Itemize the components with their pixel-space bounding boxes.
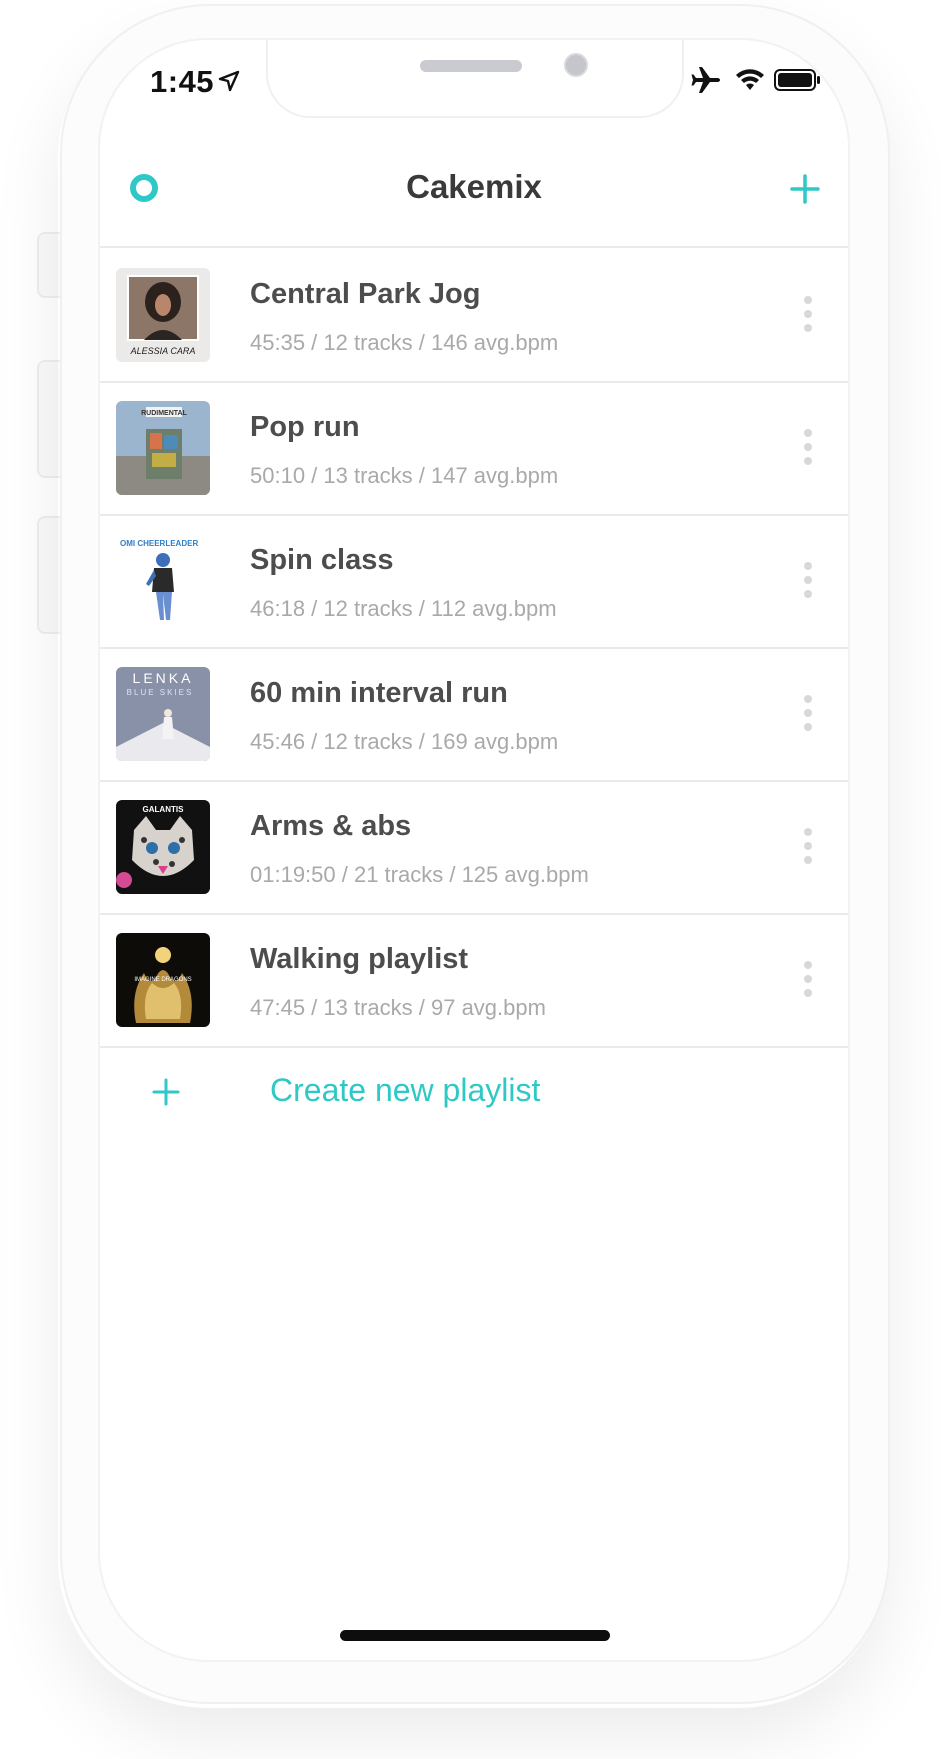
status-time: 1:45: [150, 64, 215, 99]
playlist-row[interactable]: IMAGINE DRAGONS Walking playlist 47:45 /…: [100, 915, 848, 1048]
album-cover: LENKA BLUE SKIES: [116, 667, 210, 761]
svg-text:IMAGINE DRAGONS: IMAGINE DRAGONS: [134, 977, 191, 983]
playlist-meta: 45:35 / 12 tracks / 146 avg.bpm: [250, 330, 559, 355]
album-cover: IMAGINE DRAGONS: [116, 933, 210, 1027]
playlist-meta: 45:46 / 12 tracks / 169 avg.bpm: [250, 729, 559, 754]
nav-header: Cakemix: [100, 130, 848, 248]
more-vertical-icon[interactable]: [796, 429, 820, 469]
playlist-row[interactable]: LENKA BLUE SKIES 60 min interval run 45:…: [100, 649, 848, 782]
wifi-icon: [736, 69, 764, 90]
create-playlist-label: Create new playlist: [270, 1072, 541, 1108]
plus-icon[interactable]: [790, 174, 820, 204]
page-title: Cakemix: [406, 168, 542, 205]
playlist-row[interactable]: RUDIMENTAL Pop run 50:10 / 13 tracks / 1…: [100, 383, 848, 516]
device-mockup: 1:45 Cakemix ALESSIA CARA Central Park J…: [0, 0, 941, 1759]
playlist-row[interactable]: OMI CHEERLEADER Spin class 46:18 / 12 tr…: [100, 516, 848, 649]
svg-text:LENKA: LENKA: [133, 670, 194, 686]
front-camera: [564, 53, 588, 77]
airplane-icon: [691, 67, 720, 93]
more-vertical-icon[interactable]: [796, 296, 820, 336]
more-vertical-icon[interactable]: [796, 961, 820, 1001]
playlist-meta: 50:10 / 13 tracks / 147 avg.bpm: [250, 463, 559, 488]
battery-icon: [774, 69, 820, 91]
playlist-row[interactable]: GALANTIS Arms & abs 01:19:50 / 21 tracks…: [100, 782, 848, 915]
screen: 1:45 Cakemix ALESSIA CARA Central Park J…: [98, 38, 850, 1662]
playlist-title: Pop run: [250, 411, 360, 443]
playlist-title: Spin class: [250, 544, 394, 576]
playlist-list: ALESSIA CARA Central Park Jog 45:35 / 12…: [100, 250, 848, 1048]
svg-text:RUDIMENTAL: RUDIMENTAL: [141, 410, 187, 417]
more-vertical-icon[interactable]: [796, 562, 820, 602]
more-vertical-icon[interactable]: [796, 695, 820, 735]
home-indicator[interactable]: [340, 1630, 610, 1641]
playlist-meta: 01:19:50 / 21 tracks / 125 avg.bpm: [250, 862, 589, 887]
create-playlist-button[interactable]: Create new playlist: [100, 1054, 848, 1124]
status-bar: 1:45: [100, 40, 848, 130]
playlist-title: Central Park Jog: [250, 278, 481, 310]
playlist-title: Walking playlist: [250, 943, 469, 975]
playlist-title: 60 min interval run: [250, 677, 508, 709]
album-cover: GALANTIS: [116, 800, 210, 894]
playlist-row[interactable]: ALESSIA CARA Central Park Jog 45:35 / 12…: [100, 250, 848, 383]
svg-text:GALANTIS: GALANTIS: [143, 805, 185, 814]
svg-text:OMI CHEERLEADER: OMI CHEERLEADER: [120, 539, 198, 548]
location-arrow-icon: [218, 70, 240, 92]
notch: [266, 40, 684, 118]
speaker: [420, 60, 522, 72]
more-vertical-icon[interactable]: [796, 828, 820, 868]
plus-icon: [152, 1078, 180, 1106]
album-cover: RUDIMENTAL: [116, 401, 210, 495]
playlist-meta: 46:18 / 12 tracks / 112 avg.bpm: [250, 596, 557, 621]
album-cover: OMI CHEERLEADER: [116, 534, 210, 628]
playlist-title: Arms & abs: [250, 810, 412, 842]
album-cover: ALESSIA CARA: [116, 268, 210, 362]
svg-text:ALESSIA CARA: ALESSIA CARA: [130, 346, 196, 356]
playlist-meta: 47:45 / 13 tracks / 97 avg.bpm: [250, 995, 546, 1020]
svg-text:BLUE SKIES: BLUE SKIES: [127, 688, 194, 697]
